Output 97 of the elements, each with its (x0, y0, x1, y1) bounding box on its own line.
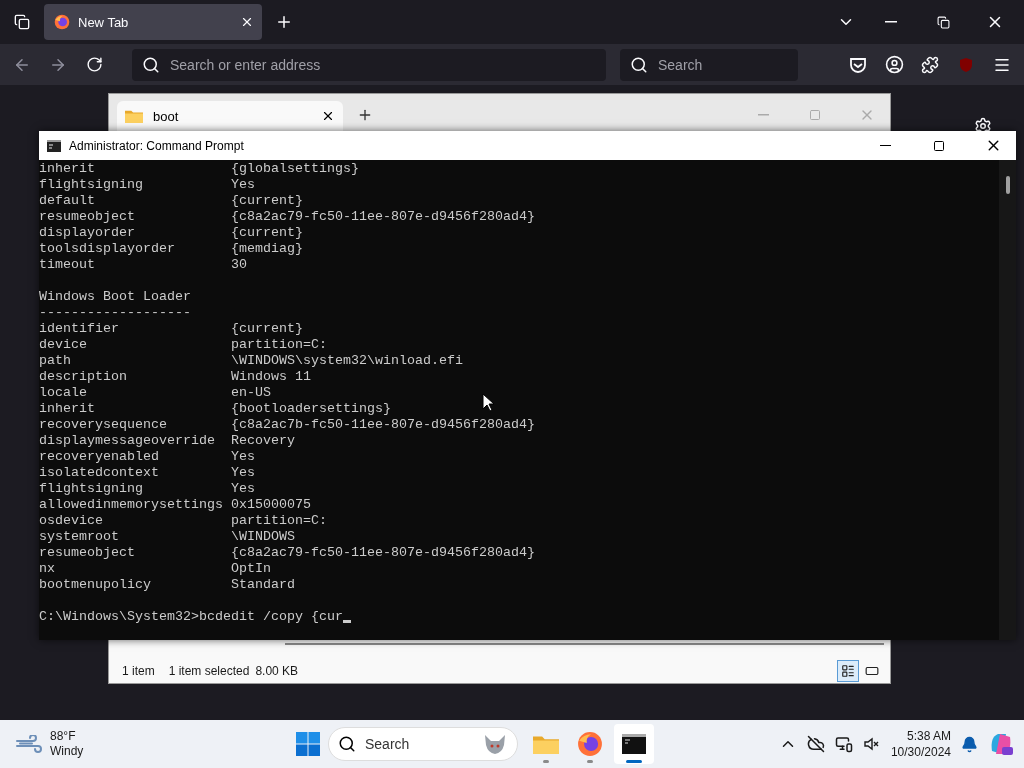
speaker-off-icon[interactable] (862, 735, 881, 753)
minimize-icon (879, 144, 891, 147)
setting-value: {bootloadersettings} (230, 401, 391, 417)
setting-value: {current} (230, 193, 303, 209)
setting-value: partition=C: (230, 513, 327, 529)
text-cursor (342, 620, 351, 623)
setting-name: resumeobject (39, 209, 136, 225)
setting-name: toolsdisplayorder (39, 241, 176, 257)
plus-icon (275, 13, 293, 31)
bell-icon[interactable] (961, 735, 978, 753)
setting-value: OptIn (230, 561, 271, 577)
weather-condition: Windy (50, 744, 84, 759)
taskbar-search-field[interactable]: Search (328, 727, 518, 761)
setting-value: Yes (230, 481, 255, 497)
setting-name: default (39, 193, 96, 209)
plus-icon (357, 107, 373, 123)
clock-time: 5:38 AM (906, 728, 951, 744)
setting-value: {current} (230, 321, 303, 337)
setting-name: recoveryenabled (39, 449, 160, 465)
view-button[interactable] (837, 660, 859, 682)
console-text: Windows Boot Loader (39, 289, 191, 305)
setting-name: displaymessageoverride (39, 433, 216, 449)
setting-name: inherit (39, 161, 96, 177)
temperature: 88°F (50, 729, 77, 744)
clock-date: 10/30/2024 (890, 744, 951, 760)
setting-value: \WINDOWS (230, 529, 295, 545)
firefox-icon (577, 731, 603, 757)
setting-value: Windows 11 (230, 369, 311, 385)
wind-icon (16, 735, 42, 753)
setting-value: 30 (230, 257, 247, 273)
setting-value: {c8a2ac7b-fc50-11ee-807e-d9456f280ad4} (230, 417, 535, 433)
setting-value: Yes (230, 465, 255, 481)
cloud-off-icon[interactable] (806, 735, 825, 753)
setting-name: recoverysequence (39, 417, 168, 433)
console-icon (47, 139, 61, 152)
setting-name: inherit (39, 401, 96, 417)
setting-name: systemroot (39, 529, 120, 545)
setting-name: nx (39, 561, 56, 577)
setting-value: Yes (230, 177, 255, 193)
setting-value: Standard (230, 577, 295, 593)
tabs-icon (14, 14, 30, 30)
setting-name: description (39, 369, 128, 385)
search-icon (338, 735, 356, 753)
setting-value: en-US (230, 385, 271, 401)
monitor-icon[interactable] (834, 735, 853, 753)
setting-name: identifier (39, 321, 120, 337)
selection-size: 8.00 KB (255, 664, 299, 678)
tiles-view-icon (865, 664, 879, 678)
folder-tab[interactable]: boot (117, 101, 343, 131)
taskbar-app-button[interactable] (614, 724, 654, 764)
scrollbar-thumb[interactable] (1005, 176, 1010, 194)
setting-name: locale (39, 385, 88, 401)
setting-name: displayorder (39, 225, 136, 241)
setting-value: {globalsettings} (230, 161, 359, 177)
command-line[interactable]: C:\Windows\System32>bcdedit /copy {cur (39, 609, 343, 625)
setting-name: device (39, 337, 88, 353)
restore-icon (936, 15, 950, 29)
setting-value: Recovery (230, 433, 295, 449)
setting-value: {memdiag} (230, 241, 303, 257)
setting-name: flightsigning (39, 481, 144, 497)
setting-value: {current} (230, 225, 303, 241)
setting-value: partition=C: (230, 337, 327, 353)
maximize-icon (933, 139, 945, 152)
reload-icon (85, 56, 103, 73)
search-field[interactable]: Search (620, 48, 798, 81)
console-text: ------------------- (39, 305, 191, 321)
setting-name: flightsigning (39, 177, 144, 193)
setting-value: {c8a2ac79-fc50-11ee-807e-d9456f280ad4} (230, 545, 535, 561)
cat-icon (482, 733, 508, 755)
close-tab-icon (240, 15, 254, 29)
setting-value: 0x15000075 (230, 497, 311, 513)
minimize-icon (885, 21, 897, 23)
window-title: Administrator: Command Prompt (69, 138, 244, 153)
folder-icon (125, 108, 143, 124)
setting-name: resumeobject (39, 545, 136, 561)
scrollbar[interactable] (999, 160, 1016, 640)
setting-value: Yes (230, 449, 255, 465)
selection-info: 1 item selected (168, 664, 250, 678)
setting-name: isolatedcontext (39, 465, 160, 481)
close-tab-icon (321, 109, 335, 123)
setting-value: {c8a2ac79-fc50-11ee-807e-d9456f280ad4} (230, 209, 535, 225)
mouse-pointer-icon (482, 393, 494, 412)
setting-name: timeout (39, 257, 96, 273)
address-field[interactable]: Search or enter address (132, 48, 606, 81)
details-view-icon (841, 664, 855, 678)
setting-name: allowedinmemorysettings (39, 497, 224, 513)
browser-tab[interactable]: New Tab (44, 4, 262, 40)
windows-logo-icon[interactable] (296, 732, 320, 756)
item-count: 1 item (122, 664, 155, 678)
terminal-icon (622, 734, 646, 754)
maximize-icon (809, 109, 821, 121)
firefox-icon (54, 14, 70, 30)
setting-name: bootmenupolicy (39, 577, 152, 593)
minimize-icon (757, 114, 769, 116)
setting-name: path (39, 353, 72, 369)
setting-name: osdevice (39, 513, 104, 529)
setting-value: \WINDOWS\system32\winload.efi (230, 353, 463, 369)
